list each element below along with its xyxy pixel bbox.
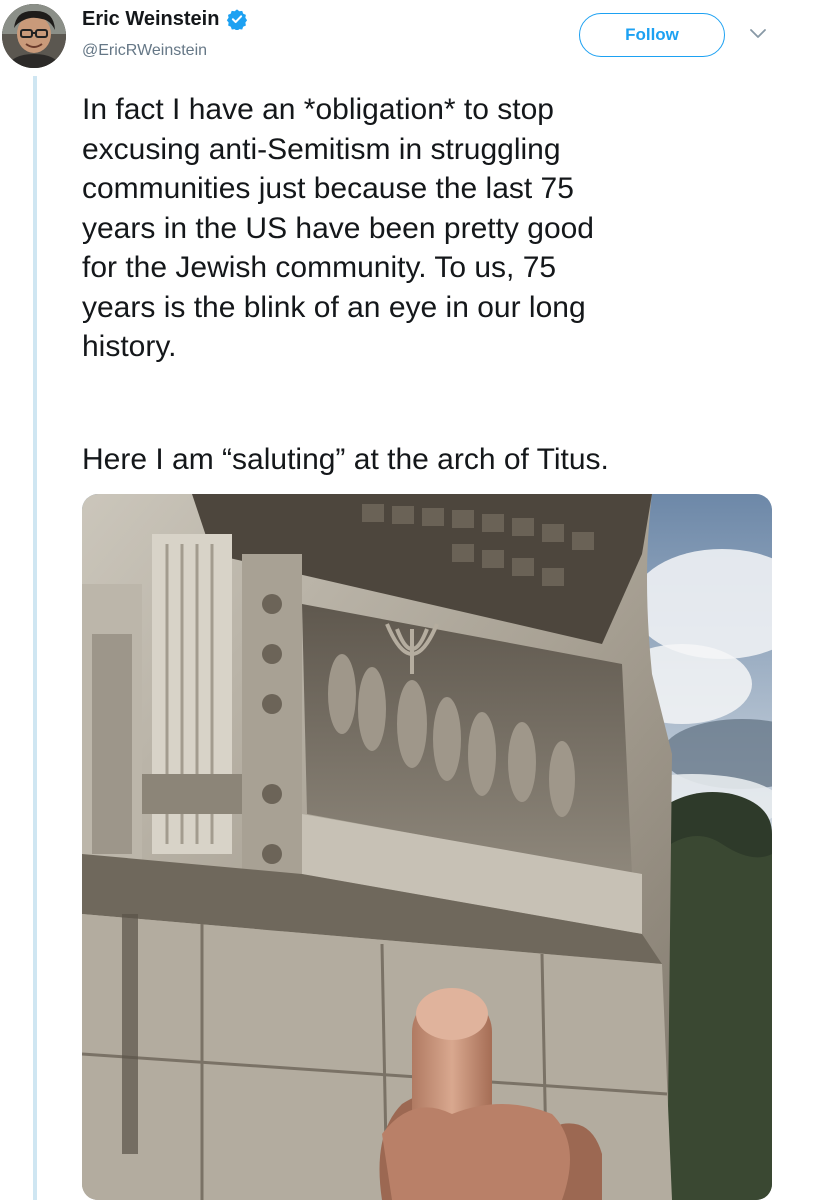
tweet-photo[interactable]	[82, 494, 772, 1200]
verified-badge-icon	[226, 8, 248, 32]
author-display-name[interactable]: Eric Weinstein	[82, 7, 219, 31]
tweet-text-paragraph-1: In fact I have an *obligation* to stop e…	[82, 93, 594, 363]
chevron-down-icon[interactable]	[748, 27, 768, 41]
thread-line	[33, 76, 37, 1200]
follow-button[interactable]: Follow	[579, 13, 725, 57]
author-name-row: Eric Weinstein	[82, 7, 248, 32]
avatar[interactable]	[2, 4, 66, 68]
tweet-screenshot: Eric Weinstein @EricRWeinstein Follow In…	[0, 0, 814, 1200]
tweet-text-paragraph-2: Here I am “saluting” at the arch of Titu…	[82, 443, 609, 476]
author-handle[interactable]: @EricRWeinstein	[82, 42, 207, 60]
